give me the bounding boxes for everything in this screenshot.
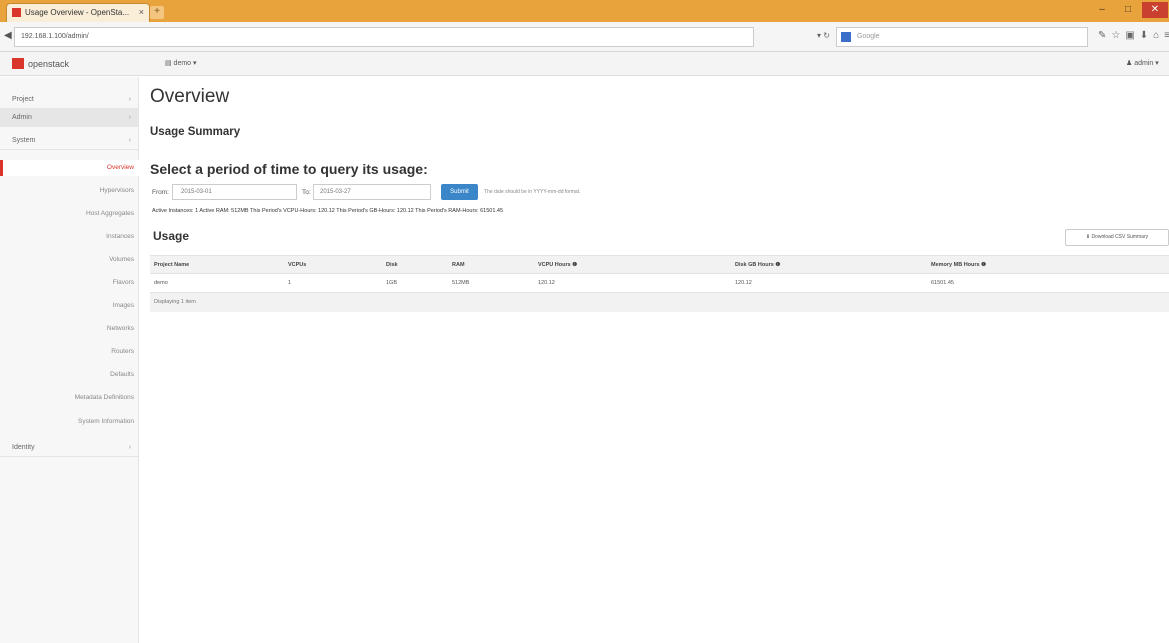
to-date-input[interactable]: 2015-03-27	[313, 184, 431, 200]
col-header-vcpu-hours[interactable]: VCPU Hours ❶	[534, 255, 731, 274]
sidebar-item-defaults[interactable]: Defaults	[0, 367, 139, 383]
usage-table: Project Name VCPUs Disk RAM VCPU Hours ❶…	[150, 255, 1169, 312]
usage-table-heading: Usage	[153, 229, 190, 243]
sidebar: Project › Admin › System › Overview Hype…	[0, 77, 139, 643]
url-bar[interactable]: 192.168.1.100/admin/	[14, 27, 754, 47]
chevron-icon: ›	[128, 137, 131, 144]
sidebar-item-host-aggregates[interactable]: Host Aggregates	[0, 206, 139, 222]
project-dropdown[interactable]: ▤ demo ▾	[165, 59, 197, 67]
col-header-disk[interactable]: Disk	[382, 255, 448, 274]
window-minimize-button[interactable]: –	[1090, 2, 1114, 18]
browser-tab[interactable]: Usage Overview - OpenSta... ×	[6, 3, 150, 22]
sidebar-item-overview[interactable]: Overview	[0, 160, 139, 176]
chevron-icon: ›	[128, 444, 131, 451]
sidebar-item-networks[interactable]: Networks	[0, 321, 139, 337]
table-header-row: Project Name VCPUs Disk RAM VCPU Hours ❶…	[150, 255, 1169, 274]
cell-project-name[interactable]: demo	[150, 273, 284, 293]
submit-button[interactable]: Submit	[441, 184, 478, 200]
table-footer-row: Displaying 1 item	[150, 292, 1169, 312]
page-title: Overview	[150, 86, 230, 107]
search-box[interactable]: Google	[836, 27, 1088, 47]
sidebar-section-label: Project	[12, 96, 34, 103]
sidebar-item-metadata-definitions[interactable]: Metadata Definitions	[0, 390, 139, 406]
cell-vcpus: 1	[284, 273, 382, 293]
search-placeholder: Google	[857, 33, 880, 40]
window-maximize-button[interactable]: □	[1116, 2, 1140, 18]
google-search-icon	[841, 32, 851, 42]
sidebar-section-identity[interactable]: Identity ›	[0, 439, 139, 457]
sidebar-item-hypervisors[interactable]: Hypervisors	[0, 183, 139, 199]
to-label: To:	[302, 189, 311, 196]
download-csv-button[interactable]: ⬇ Download CSV Summary	[1065, 229, 1169, 246]
openstack-favicon-icon	[12, 8, 21, 17]
app-header: openstack ▤ demo ▾ ♟ admin ▾	[0, 52, 1169, 76]
sidebar-section-label: Admin	[12, 114, 32, 121]
chevron-icon: ›	[128, 96, 131, 103]
reload-icon[interactable]: ▾ ↻	[817, 31, 830, 40]
sidebar-item-routers[interactable]: Routers	[0, 344, 139, 360]
back-arrow-icon[interactable]: ◀	[4, 30, 12, 41]
col-header-ram[interactable]: RAM	[448, 255, 534, 274]
cell-disk-gb-hours: 120.12	[731, 273, 927, 293]
usage-summary-line: Active Instances: 1 Active RAM: 512MB Th…	[152, 208, 504, 214]
date-format-help: The date should be in YYYY-mm-dd format.	[484, 189, 581, 195]
usage-summary-heading: Usage Summary	[150, 126, 241, 138]
sidebar-item-volumes[interactable]: Volumes	[0, 252, 139, 268]
cell-vcpu-hours: 120.12	[534, 273, 731, 293]
sidebar-item-flavors[interactable]: Flavors	[0, 275, 139, 291]
cell-ram: 512MB	[448, 273, 534, 293]
logo-text: openstack	[28, 59, 70, 69]
from-date-input[interactable]: 2015-03-01	[172, 184, 297, 200]
tab-close-icon[interactable]: ×	[139, 4, 144, 21]
table-footer-count: Displaying 1 item	[150, 292, 1169, 312]
tab-title: Usage Overview - OpenSta...	[25, 8, 130, 17]
col-header-memory-mb-hours[interactable]: Memory MB Hours ❶	[927, 255, 1169, 274]
col-header-disk-gb-hours[interactable]: Disk GB Hours ❶	[731, 255, 927, 274]
new-tab-button[interactable]: +	[150, 6, 164, 19]
cell-memory-mb-hours: 61501.45	[927, 273, 1169, 293]
sidebar-section-label: Identity	[12, 444, 35, 451]
sidebar-item-system-information[interactable]: System Information	[0, 414, 139, 430]
sidebar-section-admin[interactable]: Admin ›	[0, 109, 139, 127]
user-dropdown[interactable]: ♟ admin ▾	[1126, 59, 1159, 67]
sidebar-section-system[interactable]: System ›	[0, 132, 139, 150]
browser-nav-bar: ◀ 192.168.1.100/admin/ ▾ ↻ Google ✎☆▣⬇⌂≡	[0, 22, 1169, 52]
toolbar-icons[interactable]: ✎☆▣⬇⌂≡	[1098, 30, 1169, 41]
browser-title-bar: Usage Overview - OpenSta... × + – □ ✕	[0, 0, 1169, 22]
col-header-project-name[interactable]: Project Name	[150, 255, 284, 274]
openstack-logo-icon	[12, 58, 24, 69]
openstack-logo[interactable]: openstack	[12, 58, 69, 69]
period-heading: Select a period of time to query its usa…	[150, 161, 428, 177]
sidebar-section-label: System	[12, 137, 36, 144]
col-header-vcpus[interactable]: VCPUs	[284, 255, 382, 274]
table-row: demo 1 1GB 512MB 120.12 120.12 61501.45	[150, 273, 1169, 293]
sidebar-item-images[interactable]: Images	[0, 298, 139, 314]
chevron-icon: ›	[128, 114, 131, 121]
sidebar-section-project[interactable]: Project ›	[0, 91, 139, 109]
from-label: From:	[152, 189, 169, 196]
sidebar-item-instances[interactable]: Instances	[0, 229, 139, 245]
cell-disk: 1GB	[382, 273, 448, 293]
window-close-button[interactable]: ✕	[1142, 2, 1168, 18]
